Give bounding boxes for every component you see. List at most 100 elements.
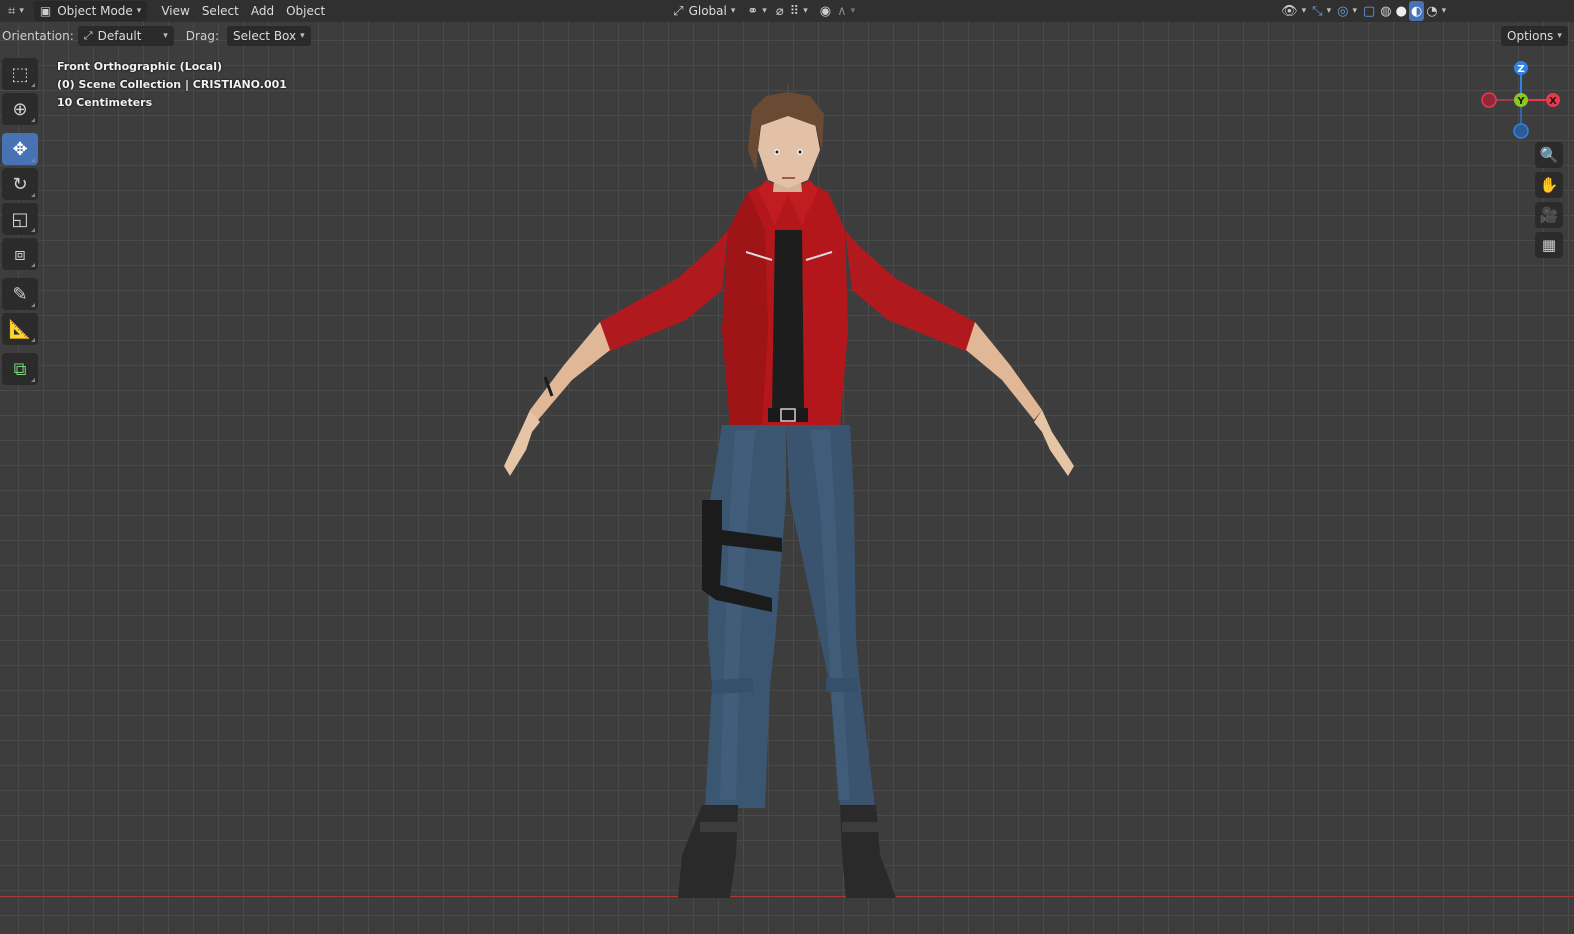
rendered-shading-button[interactable]: ◔ ▾ — [1424, 1, 1448, 21]
object-mode-icon: ▣ — [39, 4, 52, 18]
measure-tool[interactable]: 📐 — [2, 313, 38, 345]
character-model[interactable] — [490, 80, 1090, 902]
visibility-icon: 👁 — [1281, 3, 1298, 19]
chevron-down-icon: ▾ — [850, 6, 856, 16]
transform-tool[interactable]: ⧈ — [2, 238, 38, 270]
options-dropdown[interactable]: Options ▾ — [1501, 26, 1568, 46]
chevron-down-icon: ▾ — [1557, 31, 1562, 41]
menu-select[interactable]: Select — [196, 1, 245, 21]
rendered-shading-icon: ◔ — [1426, 3, 1438, 19]
chevron-down-icon: ▾ — [19, 6, 24, 16]
add-cube-tool[interactable]: ⧉ — [2, 353, 38, 385]
options-label: Options — [1507, 29, 1554, 43]
select-box-icon: ⬚ — [11, 63, 29, 85]
move-tool[interactable]: ✥ — [2, 133, 38, 165]
snap-toggle[interactable]: ⌀ — [773, 1, 787, 21]
mode-dropdown[interactable]: ▣ Object Mode ▾ — [33, 1, 148, 21]
xray-toggle[interactable]: ▢ — [1360, 1, 1378, 21]
drag-dropdown[interactable]: Select Box ▾ — [226, 26, 311, 46]
snap-icon: ⌀ — [775, 3, 784, 19]
transform-icon: ⧈ — [14, 243, 26, 265]
wireframe-shading-icon: ◍ — [1380, 3, 1392, 19]
drag-label: Drag: — [185, 29, 219, 43]
menu-view[interactable]: View — [155, 1, 195, 21]
rotate-tool[interactable]: ↻ — [2, 168, 38, 200]
snap-target-button[interactable]: ⠿ ▾ — [787, 1, 811, 21]
editor-type-button[interactable]: ⌗ ▾ — [2, 1, 30, 21]
overlay-toggle[interactable]: ◎ ▾ — [1334, 1, 1360, 21]
gizmo-x-label: X — [1549, 96, 1557, 107]
select-box-tool[interactable]: ⬚ — [2, 58, 38, 90]
move-icon: ✥ — [12, 138, 28, 160]
chevron-down-icon: ▾ — [1352, 6, 1357, 16]
editor-type-icon: ⌗ — [8, 3, 16, 19]
chevron-down-icon: ▾ — [1301, 6, 1307, 16]
scale-tool[interactable]: ◱ — [2, 203, 38, 235]
3d-viewport[interactable] — [0, 0, 1574, 934]
gizmo-toggle[interactable]: ⤡ ▾ — [1309, 1, 1334, 21]
annotate-icon: ✎ — [12, 283, 28, 305]
chevron-down-icon: ▾ — [163, 31, 168, 41]
falloff-icon: ∧ — [837, 3, 847, 19]
mode-label: Object Mode — [57, 4, 133, 18]
measure-icon: 📐 — [8, 318, 32, 340]
add-cube-icon: ⧉ — [13, 358, 27, 380]
wireframe-shading-button[interactable]: ◍ — [1378, 1, 1393, 21]
viewport-header: ⌗ ▾ ▣ Object Mode ▾ View Select Add Object… — [0, 0, 1574, 22]
chevron-down-icon: ▾ — [300, 31, 305, 41]
orientation-value: Default — [97, 29, 142, 43]
chevron-down-icon: ▾ — [136, 6, 142, 16]
gizmo-neg-x[interactable] — [1481, 92, 1497, 108]
viewport-info: Front Orthographic (Local) (0) Scene Col… — [57, 58, 287, 112]
visibility-button[interactable]: 👁 ▾ — [1278, 1, 1309, 21]
grid-scale: 10 Centimeters — [57, 96, 153, 109]
navigation-gizmo[interactable]: Z X Y — [1480, 58, 1564, 142]
ortho-toggle-button[interactable]: ▦ — [1535, 232, 1563, 258]
pan-button[interactable]: ✋ — [1535, 172, 1563, 198]
menu-add[interactable]: Add — [245, 1, 280, 21]
ortho-grid-icon: ▦ — [1541, 236, 1557, 254]
orientation-icon: ⤢ — [673, 3, 684, 19]
tool-settings-bar: Orientation: ⤢ Default ▾ Drag: Select Bo… — [0, 24, 1574, 48]
gizmo-z-label: Z — [1517, 64, 1524, 75]
gizmo-neg-z[interactable] — [1513, 123, 1529, 139]
rotate-icon: ↻ — [12, 173, 28, 195]
gizmo-icon: ⤡ — [1312, 3, 1323, 19]
orientation-dropdown[interactable]: ⤢ Default ▾ — [77, 26, 174, 46]
transform-orientation-label: Global — [688, 4, 727, 18]
annotate-tool[interactable]: ✎ — [2, 278, 38, 310]
orientation-label: Orientation: — [2, 29, 74, 43]
chevron-down-icon: ▾ — [730, 6, 736, 16]
pan-hand-icon: ✋ — [1539, 176, 1559, 194]
collection-info: (0) Scene Collection | CRISTIANO.001 — [57, 78, 287, 91]
gizmo-y-label: Y — [1516, 96, 1525, 107]
scale-icon: ◱ — [11, 208, 29, 230]
material-shading-icon: ◐ — [1410, 3, 1423, 19]
orientation-axis-icon: ⤢ — [83, 29, 93, 42]
cursor-tool[interactable]: ⊕ — [2, 93, 38, 125]
pivot-button[interactable]: ⚭ ▾ — [741, 1, 772, 21]
material-shading-button[interactable]: ◐ — [1408, 1, 1425, 21]
camera-icon: 🎥 — [1539, 206, 1559, 224]
zoom-icon: 🔍 — [1539, 146, 1559, 164]
proportional-edit-icon: ◉ — [819, 3, 832, 19]
menu-object[interactable]: Object — [280, 1, 331, 21]
pivot-icon: ⚭ — [747, 3, 759, 19]
chevron-down-icon: ▾ — [1326, 6, 1332, 16]
overlay-icon: ◎ — [1337, 3, 1349, 19]
solid-shading-button[interactable]: ● — [1394, 1, 1409, 21]
camera-view-button[interactable]: 🎥 — [1535, 202, 1563, 228]
zoom-button[interactable]: 🔍 — [1535, 142, 1563, 168]
solid-shading-icon: ● — [1395, 3, 1407, 19]
blender-app: ⌗ ▾ ▣ Object Mode ▾ View Select Add Object… — [0, 0, 1574, 934]
chevron-down-icon: ▾ — [1441, 6, 1447, 16]
view-name: Front Orthographic (Local) — [57, 60, 223, 73]
xray-icon: ▢ — [1362, 3, 1376, 19]
drag-value: Select Box — [232, 29, 297, 43]
transform-orientation-dropdown[interactable]: ⤢ Global ▾ — [667, 1, 741, 21]
chevron-down-icon: ▾ — [762, 6, 767, 16]
cursor-icon: ⊕ — [12, 98, 28, 120]
snap-grid-icon: ⠿ — [789, 3, 800, 19]
falloff-button[interactable]: ∧ ▾ — [834, 1, 858, 21]
proportional-edit-toggle[interactable]: ◉ — [817, 1, 834, 21]
